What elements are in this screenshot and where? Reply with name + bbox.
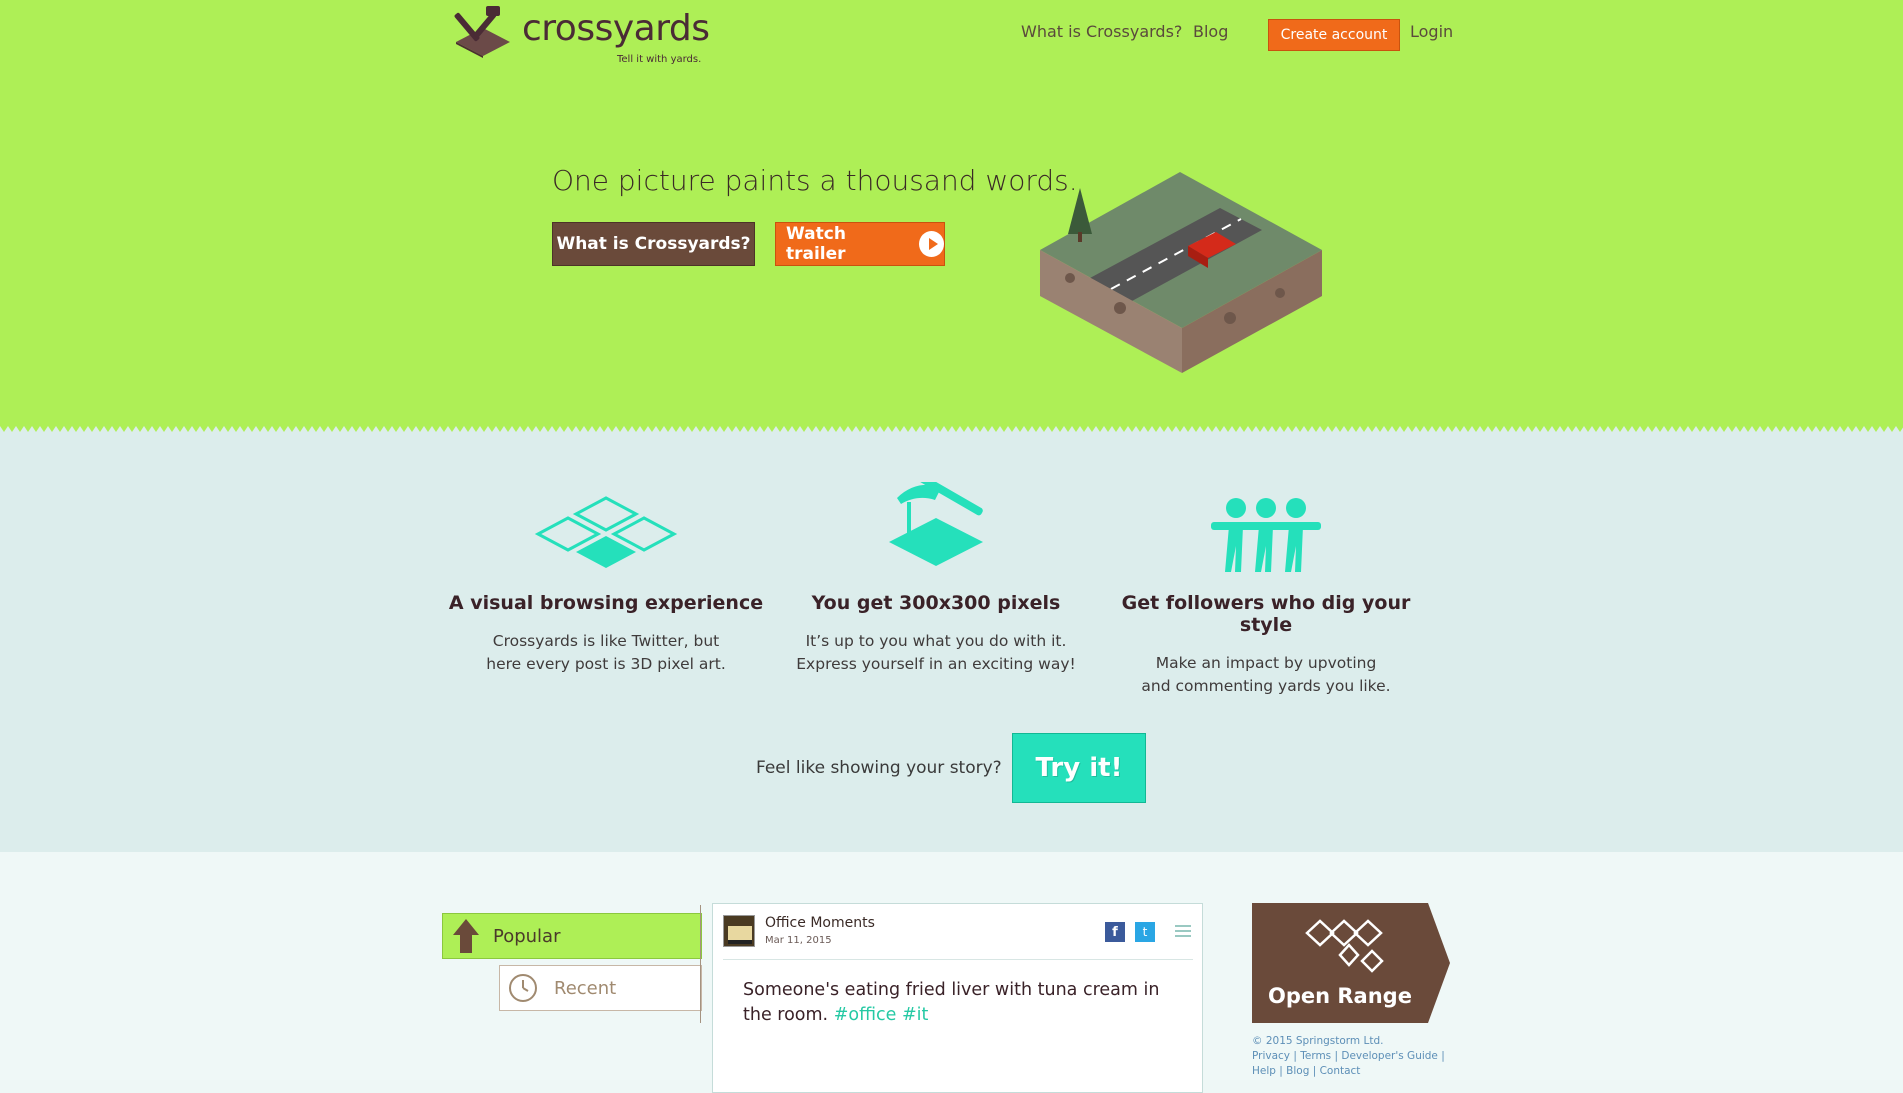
brand-tagline: Tell it with yards. xyxy=(617,54,702,65)
nav-blog[interactable]: Blog xyxy=(1193,22,1228,41)
nav-what-is[interactable]: What is Crossyards? xyxy=(1021,22,1182,41)
footer-links[interactable]: Privacy | Terms | Developer's Guide | xyxy=(1252,1049,1445,1064)
try-it-button[interactable]: Try it! xyxy=(1012,733,1146,803)
feature-followers: Get followers who dig your style Make an… xyxy=(1106,496,1426,698)
feature-desc-line: Make an impact by upvoting xyxy=(1155,654,1377,672)
watch-trailer-button[interactable]: Watch trailer xyxy=(775,222,945,266)
feature-title: A visual browsing experience xyxy=(448,592,764,614)
feature-title: You get 300x300 pixels xyxy=(811,592,1061,614)
avatar[interactable] xyxy=(723,915,755,947)
post-body: Someone's eating fried liver with tuna c… xyxy=(743,980,1160,1025)
feature-desc-line: here every post is 3D pixel art. xyxy=(486,655,726,673)
brand-name: crossyards xyxy=(522,8,710,49)
post-tags[interactable]: #office #it xyxy=(834,1005,929,1025)
tab-popular-label: Popular xyxy=(493,925,561,947)
shovel-logo-icon xyxy=(454,6,510,58)
feature-desc-line: It’s up to you what you do with it. xyxy=(805,632,1067,650)
footer: © 2015 Springstorm Ltd. Privacy | Terms … xyxy=(1252,1034,1445,1079)
tab-recent-label: Recent xyxy=(554,977,617,999)
footer-links[interactable]: Help | Blog | Contact xyxy=(1252,1064,1445,1079)
post-author[interactable]: Office Moments xyxy=(765,915,875,931)
cta-text: Feel like showing your story? xyxy=(756,758,1002,778)
tab-recent[interactable]: Recent xyxy=(499,965,702,1011)
play-icon xyxy=(918,231,944,257)
create-account-button[interactable]: Create account xyxy=(1268,19,1400,51)
arrow-up-icon xyxy=(453,919,479,953)
feature-pixels: You get 300x300 pixels It’s up to you wh… xyxy=(776,482,1096,676)
watch-trailer-label: Watch trailer xyxy=(786,224,846,264)
hero-section: crossyards Tell it with yards. What is C… xyxy=(0,0,1903,432)
what-is-crossyards-button[interactable]: What is Crossyards? xyxy=(552,222,755,266)
footer-copyright: © 2015 Springstorm Ltd. xyxy=(1252,1035,1384,1047)
tab-popular[interactable]: Popular xyxy=(442,913,702,959)
post-divider xyxy=(723,959,1193,960)
tiles-icon xyxy=(534,496,678,568)
feature-title: Get followers who dig your style xyxy=(1121,592,1411,636)
people-icon xyxy=(1211,498,1321,572)
clock-icon xyxy=(509,974,537,1002)
hero-title: One picture paints a thousand words. xyxy=(552,164,1078,197)
tabs-divider xyxy=(700,905,701,1023)
post-card[interactable]: Office Moments Mar 11, 2015 f t Someone'… xyxy=(712,903,1203,1093)
post-text: Someone's eating fried liver with tuna c… xyxy=(743,978,1173,1028)
open-range-label[interactable]: Open Range xyxy=(1268,984,1412,1008)
hammer-tile-icon xyxy=(889,482,983,566)
facebook-icon[interactable]: f xyxy=(1105,922,1125,942)
feature-desc-line: Crossyards is like Twitter, but xyxy=(492,632,720,650)
menu-icon[interactable] xyxy=(1175,924,1191,938)
logo[interactable]: crossyards Tell it with yards. xyxy=(452,4,712,66)
twitter-icon[interactable]: t xyxy=(1135,922,1155,942)
feature-desc-line: and commenting yards you like. xyxy=(1141,677,1391,695)
nav-login[interactable]: Login xyxy=(1410,22,1453,41)
post-date: Mar 11, 2015 xyxy=(765,935,832,946)
isometric-road-illustration xyxy=(1040,172,1322,373)
feature-visual: A visual browsing experience Crossyards … xyxy=(446,496,766,676)
feature-desc-line: Express yourself in an exciting way! xyxy=(796,655,1076,673)
